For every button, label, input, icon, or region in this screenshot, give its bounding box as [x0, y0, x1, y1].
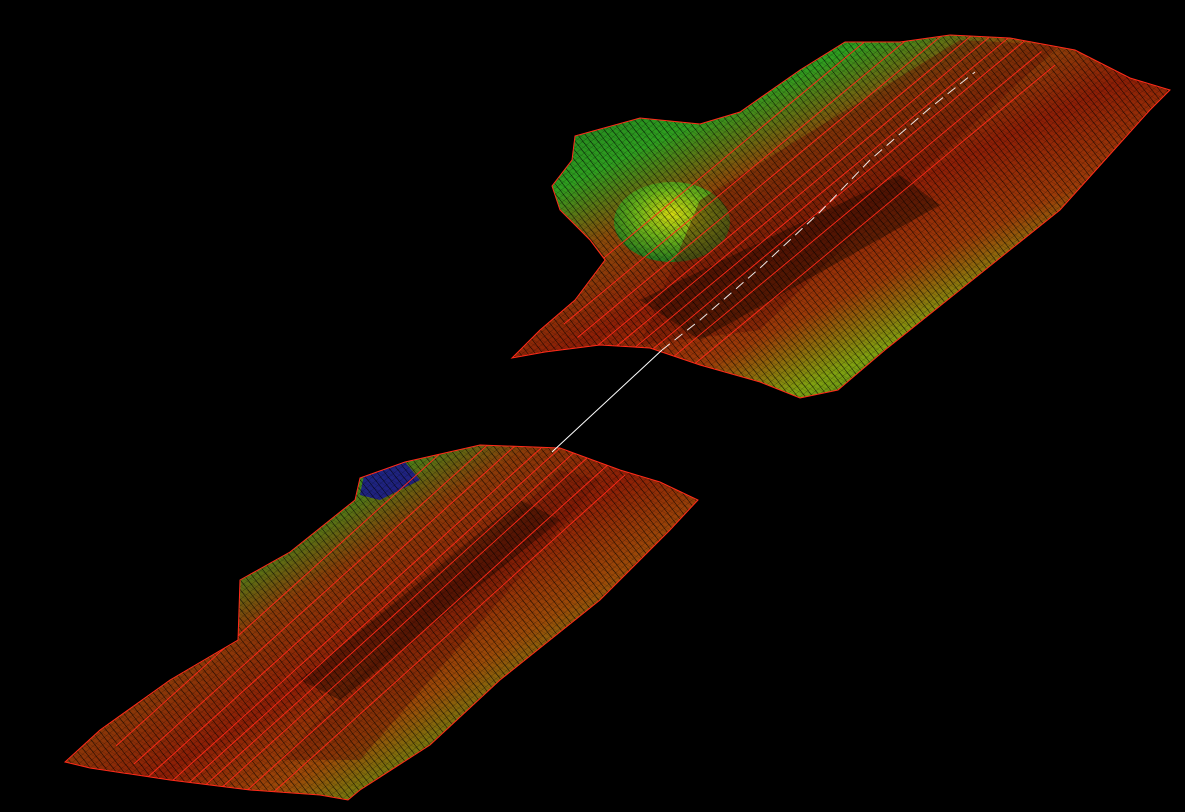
lower-corridor-surface[interactable] — [50, 376, 720, 812]
upper-corridor-surface[interactable] — [500, 0, 1185, 420]
terrain-scene[interactable] — [0, 0, 1185, 812]
3d-viewport[interactable] — [0, 0, 1185, 812]
